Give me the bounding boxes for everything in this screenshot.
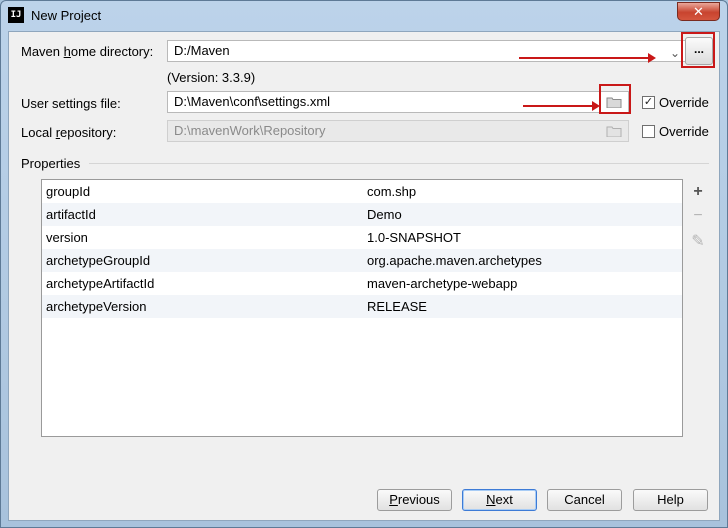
plus-icon[interactable]: + bbox=[690, 183, 706, 201]
title-bar: IJ New Project ✕ bbox=[1, 1, 727, 31]
property-value: com.shp bbox=[367, 184, 417, 199]
properties-title: Properties bbox=[21, 156, 81, 171]
property-value: maven-archetype-webapp bbox=[367, 276, 518, 291]
property-key: artifactId bbox=[46, 207, 96, 222]
new-project-window: IJ New Project ✕ Maven home directory: D… bbox=[0, 0, 728, 528]
annotation-arrow-settings bbox=[523, 101, 600, 111]
maven-home-label: Maven home directory: bbox=[21, 44, 154, 59]
folder-icon bbox=[606, 126, 622, 137]
property-key: archetypeGroupId bbox=[46, 253, 151, 268]
property-value: org.apache.maven.archetypes bbox=[367, 253, 542, 268]
table-row[interactable]: groupId com.shp bbox=[42, 180, 682, 203]
properties-table: groupId com.shp artifactId Demo version … bbox=[41, 179, 683, 437]
intellij-icon: IJ bbox=[8, 7, 24, 23]
property-value: Demo bbox=[367, 207, 402, 222]
properties-toolbar: + − ✎ bbox=[684, 179, 712, 437]
pencil-icon[interactable]: ✎ bbox=[690, 231, 706, 251]
annotation-box-folder bbox=[599, 84, 631, 114]
table-row[interactable]: archetypeArtifactId maven-archetype-weba… bbox=[42, 272, 682, 295]
window-title: New Project bbox=[31, 8, 102, 23]
annotation-box-browse bbox=[681, 32, 715, 68]
next-button[interactable]: Next bbox=[462, 489, 537, 511]
property-value: RELEASE bbox=[367, 299, 427, 314]
maven-version-text: (Version: 3.3.9) bbox=[167, 70, 256, 85]
local-repo-value: D:\mavenWork\Repository bbox=[174, 123, 326, 138]
cancel-button[interactable]: Cancel bbox=[547, 489, 622, 511]
table-row[interactable]: artifactId Demo bbox=[42, 203, 682, 226]
property-key: archetypeArtifactId bbox=[46, 276, 155, 291]
user-settings-override-label: Override bbox=[659, 95, 709, 110]
maven-home-value: D:/Maven bbox=[174, 43, 230, 58]
property-key: version bbox=[46, 230, 88, 245]
local-repo-label: Local repository: bbox=[21, 125, 117, 140]
close-button[interactable]: ✕ bbox=[677, 2, 720, 21]
user-settings-label: User settings file: bbox=[21, 96, 121, 111]
table-row[interactable]: archetypeVersion RELEASE bbox=[42, 295, 682, 318]
annotation-arrow-maven-home bbox=[519, 53, 656, 63]
minus-icon[interactable]: − bbox=[690, 207, 706, 225]
user-settings-field[interactable]: D:\Maven\conf\settings.xml bbox=[167, 91, 629, 113]
previous-button[interactable]: Previous bbox=[377, 489, 452, 511]
table-row[interactable]: archetypeGroupId org.apache.maven.archet… bbox=[42, 249, 682, 272]
table-row[interactable]: version 1.0-SNAPSHOT bbox=[42, 226, 682, 249]
local-repo-override-checkbox[interactable] bbox=[642, 125, 655, 138]
property-key: groupId bbox=[46, 184, 91, 199]
chevron-down-icon[interactable]: ⌄ bbox=[670, 43, 680, 63]
user-settings-value: D:\Maven\conf\settings.xml bbox=[174, 94, 331, 109]
property-value: 1.0-SNAPSHOT bbox=[367, 230, 461, 245]
dialog-content: Maven home directory: D:/Maven ⌄ ... (Ve… bbox=[8, 31, 720, 521]
local-repo-override-label: Override bbox=[659, 124, 709, 139]
user-settings-override-checkbox[interactable]: ✓ bbox=[642, 96, 655, 109]
property-key: archetypeVersion bbox=[46, 299, 147, 314]
help-button[interactable]: Help bbox=[633, 489, 708, 511]
local-repo-field: D:\mavenWork\Repository bbox=[167, 120, 629, 142]
properties-divider bbox=[89, 163, 709, 164]
